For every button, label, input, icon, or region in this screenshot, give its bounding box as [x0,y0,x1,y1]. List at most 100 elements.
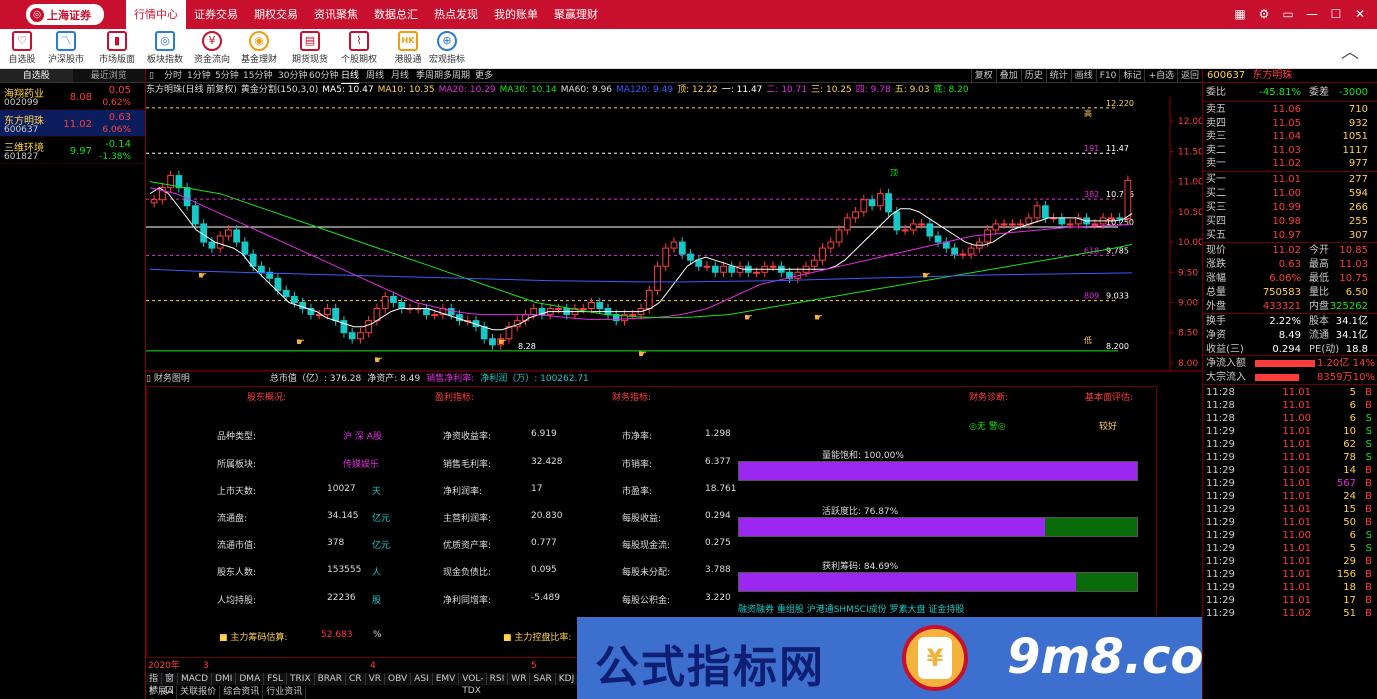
toolbar-bar-button[interactable]: ▮ 市场版面 [95,30,139,68]
menu-item-3[interactable]: 资讯聚焦 [306,0,366,29]
indicator-tab-8[interactable]: CR [346,673,366,685]
indicator-tab-2[interactable]: MACD [178,673,213,685]
tick-row: 11:29 11.01 62 S [1203,438,1377,451]
flow-bar [1255,374,1299,381]
chart-func-tab-7[interactable]: +自选 [1144,69,1177,83]
finance-title-icon[interactable]: ▯ [146,374,154,384]
flow-row: 净流入额 1.20亿 14% [1203,357,1377,370]
toolbar-doc-button[interactable]: ▤ 期货现货 [288,30,332,68]
watchlist-tab-1[interactable]: 最近浏览 [73,69,146,82]
tick-price: 11.01 [1282,595,1311,606]
y-tick-label: 9.50 [1178,268,1198,278]
indicator-tab-1[interactable]: 窗口 [162,673,179,696]
toolbar-line-button[interactable]: 〽沪深股市 [44,30,88,68]
restore-icon[interactable]: ▭ [1277,0,1299,29]
toolbar-label: 沪深股市 [47,55,84,65]
period-tab-0[interactable]: 分时 [164,69,182,83]
bid-row: 买二 11.00 594 [1203,187,1377,200]
watchlist-item[interactable]: 海翔药业 002099 8.08 0.05 0.62% [0,83,145,110]
period-tab-8[interactable]: 月线 [391,69,409,83]
indicator-tab-0[interactable]: 指标A [146,673,163,699]
menu-item-4[interactable]: 数据总汇 [366,0,426,29]
period-tab-9[interactable]: 季周期 [416,69,443,83]
toolbar-coin-button[interactable]: ◉ 基金理财 [237,30,281,68]
indicator-tab-12[interactable]: EMV [433,673,460,685]
indicator-tab-17[interactable]: KDJ [556,673,579,685]
menu-item-0[interactable]: 行情中心 [126,0,186,29]
chart-func-tab-3[interactable]: 统计 [1045,69,1071,83]
chart-func-tab-1[interactable]: 叠加 [995,69,1021,83]
period-tab-4[interactable]: 30分钟 [278,69,307,83]
indicator-tab-10[interactable]: OBV [385,673,412,685]
bottom-tab-3[interactable]: 行业资讯 [263,686,307,699]
toolbar-hk-button[interactable]: HK 港股通 [386,30,430,68]
period-tab-10[interactable]: 多周期 [443,69,470,83]
weibi-label: 委比 [1206,87,1226,98]
fin-value: 3.788 [705,565,731,575]
kline-chart[interactable]: 12.00 11.50 11.00 10.50 10.00 9.50 9.00 8.50 8.0… [146,97,1202,372]
indicator-tab-7[interactable]: BRAR [315,673,347,685]
bottom-tab-1[interactable]: 关联报价 [177,686,221,699]
stat-row: 涨幅 6.06% 最低 10.75 [1203,272,1377,285]
period-tab-7[interactable]: 周线 [366,69,384,83]
fin-label: 每股未分配: [622,568,671,578]
chart-func-tab-8[interactable]: 返回 [1176,69,1202,83]
chart-func-tab-6[interactable]: 标记 [1119,69,1144,83]
chart-func-tab-2[interactable]: 历史 [1020,69,1046,83]
bid-row: 买一 11.01 277 [1203,173,1377,186]
chart-func-tab-5[interactable]: F10 [1095,69,1120,83]
indicator-tab-6[interactable]: TRIX [287,673,315,685]
menu-item-6[interactable]: 我的账单 [486,0,546,29]
app-grid-icon[interactable]: ▦ [1229,0,1251,29]
period-tab-2[interactable]: 5分钟 [215,69,239,83]
candle-body [629,314,637,317]
indicator-tab-11[interactable]: ASI [411,673,433,685]
ask-row: 卖五 11.06 710 [1203,103,1377,116]
indicator-tab-5[interactable]: FSL [264,673,287,685]
indicator-tab-14[interactable]: RSI [487,673,509,685]
chart-func-tab-4[interactable]: 画线 [1070,69,1096,83]
bottom-tab-0[interactable]: 扩展A [146,686,178,699]
toolbar-target-button[interactable]: ◎ 板块指数 [143,30,187,68]
period-tab-3[interactable]: 15分钟 [243,69,272,83]
stock-change: 0.05 [108,85,131,96]
stat2-row: 换手 2.22% 股本 34.1亿 [1203,315,1377,328]
period-tab-1[interactable]: 1分钟 [187,69,211,83]
toolbar-chart-button[interactable]: ⌇ 个股期权 [337,30,381,68]
menu-item-1[interactable]: 证券交易 [186,0,246,29]
settings-icon[interactable]: ⚙ [1253,0,1275,29]
watchlist-item[interactable]: 东方明珠 600637 11.02 0.63 6.06% [0,110,145,137]
candle-body [423,308,430,316]
watchlist-item[interactable]: 三维环境 601827 9.97 -0.14 -1.38% [0,137,145,164]
collapse-toolbar-icon[interactable]: ︿ [1341,38,1359,64]
period-tab-11[interactable]: 更多 [475,69,493,83]
menu-item-2[interactable]: 期权交易 [246,0,306,29]
indicator-tab-3[interactable]: DMI [212,673,237,685]
candle-body [183,187,191,207]
time-label: 3 [203,661,209,671]
bid-volume: 307 [1348,230,1368,241]
chart-func-tab-0[interactable]: 复权 [970,69,996,83]
profit-label: 净资收益率: [443,432,492,442]
bottom-tab-2[interactable]: 综合资讯 [220,686,264,699]
ask-row: 卖二 11.03 1117 [1203,144,1377,157]
stock-code: 601827 [4,152,39,162]
indicator-tab-16[interactable]: SAR [530,673,556,685]
bid-row: 买三 10.99 266 [1203,201,1377,214]
minimize-icon[interactable]: — [1301,0,1323,29]
indicator-tab-13[interactable]: VOL-TDX [459,673,487,696]
toolbar-globe-button[interactable]: ⊕ 宏观指标 [425,30,469,68]
period-tab-5[interactable]: 60分钟 [309,69,338,83]
chart-mode-icon[interactable]: ▯ [149,69,154,83]
toolbar-yen-button[interactable]: ¥ 资金流向 [190,30,234,68]
watchlist-tab-0[interactable]: 自选股 [0,69,73,82]
menu-item-5[interactable]: 热点发现 [426,0,486,29]
indicator-tab-4[interactable]: DMA [236,673,265,685]
toolbar-heart-button[interactable]: ♡ 自选股 [0,30,44,68]
indicator-tab-9[interactable]: VR [366,673,386,685]
close-icon[interactable]: ✕ [1349,0,1371,29]
maximize-icon[interactable]: ☐ [1325,0,1347,29]
period-tab-6[interactable]: 日线 [341,69,360,84]
indicator-tab-15[interactable]: WR [508,673,531,685]
menu-item-7[interactable]: 聚赢理财 [546,0,606,29]
